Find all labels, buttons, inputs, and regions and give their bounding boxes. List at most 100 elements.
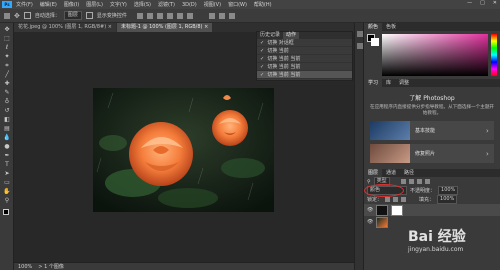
3d-roll-icon[interactable] (218, 12, 225, 19)
clone-stamp-icon[interactable]: ♁ (3, 98, 11, 105)
tab-learn[interactable]: 学习 (364, 79, 383, 87)
tab-swatches[interactable]: 色板 (382, 23, 400, 31)
bg-color-swatch[interactable] (371, 38, 379, 46)
home-icon[interactable] (4, 12, 10, 19)
eraser-tool-icon[interactable]: ◧ (3, 116, 11, 123)
close-button[interactable]: ✕ (493, 0, 497, 6)
status-bar: 100% > 1 个图像 (14, 262, 354, 270)
filter-pixel-icon[interactable] (400, 179, 406, 184)
lock-pixels-icon[interactable] (385, 197, 391, 202)
zoom-tool-icon[interactable]: ⚲ (3, 197, 11, 204)
watermark-text: Bai 经验 (408, 229, 466, 245)
hand-tool-icon[interactable]: ✋ (3, 188, 11, 195)
history-row-selected[interactable]: ✓ 切换 当前 当前 (257, 71, 352, 79)
align-left-icon[interactable] (136, 12, 143, 19)
tab-actions[interactable]: 动作 (283, 32, 300, 39)
tab-channels[interactable]: 通道 (382, 169, 400, 177)
history-row-label: 切换 当前 (267, 48, 289, 54)
type-tool-icon[interactable]: T (3, 161, 11, 168)
menu-layer[interactable]: 图层(L) (86, 1, 103, 8)
history-row[interactable]: ✓ 切换 当前 当前 (257, 55, 352, 63)
tab-history[interactable]: 历史记录 (257, 32, 283, 39)
tab-libraries[interactable]: 库 (382, 79, 395, 87)
filter-type-icon[interactable] (416, 179, 422, 184)
lock-position-icon[interactable] (393, 197, 399, 202)
menu-filter[interactable]: 滤镜(T) (158, 1, 175, 8)
menu-window[interactable]: 窗口(W) (228, 1, 247, 8)
tab-document-2[interactable]: 未标题-1 @ 100% (图层 1, RGB/8) × (116, 23, 213, 32)
layer-row-1[interactable]: 👁 (364, 204, 500, 216)
3d-pan-icon[interactable] (228, 12, 235, 19)
color-panel (364, 31, 500, 79)
checkbox-icon[interactable]: ✓ (260, 48, 264, 54)
tab-adjustments[interactable]: 调整 (395, 79, 413, 87)
auto-select-dropdown[interactable]: 图层 (63, 11, 82, 20)
checkbox-icon[interactable]: ✓ (260, 40, 264, 46)
history-row-label: 切换 当前 当前 (267, 64, 301, 70)
show-transform-checkbox[interactable] (85, 12, 93, 19)
checkbox-icon[interactable]: ✓ (260, 56, 264, 62)
crop-tool-icon[interactable]: ⌗ (3, 62, 11, 69)
properties-panel-icon[interactable] (357, 43, 363, 49)
foreground-color-swatch[interactable] (3, 209, 9, 215)
dodge-tool-icon[interactable]: ● (3, 143, 11, 150)
tab-layers[interactable]: 图层 (364, 169, 383, 177)
history-panel-header: 历史记录 动作 (257, 32, 352, 39)
tutorial-card-basics[interactable]: 基本技能 › (370, 121, 494, 140)
align-bottom-icon[interactable] (186, 12, 193, 19)
shape-tool-icon[interactable]: ▭ (3, 179, 11, 186)
tutorial-card-fix-photo[interactable]: 修复照片 › (370, 144, 494, 163)
tab-document-1[interactable]: 花花.jpeg @ 100% (图层 1, RGB/8#) × (14, 23, 116, 32)
brush-tool-icon[interactable]: ✎ (3, 89, 11, 96)
gradient-tool-icon[interactable]: ▤ (3, 125, 11, 132)
menu-select[interactable]: 选择(S) (134, 1, 151, 8)
tab-color[interactable]: 颜色 (364, 23, 383, 31)
lasso-tool-icon[interactable]: ℓ (3, 44, 11, 51)
filter-shape-icon[interactable] (424, 179, 430, 184)
align-middle-icon[interactable] (176, 12, 183, 19)
blur-tool-icon[interactable]: 💧 (3, 134, 11, 141)
zoom-level[interactable]: 100% (18, 264, 32, 270)
eye-icon[interactable]: 👁 (367, 207, 373, 213)
filter-adjustment-icon[interactable] (408, 179, 414, 184)
history-brush-icon[interactable]: ↺ (3, 107, 11, 114)
history-row[interactable]: ✓ 切换 当前 当前 (257, 63, 352, 71)
magic-wand-icon[interactable]: ✦ (3, 53, 11, 60)
history-row[interactable]: ✓ 切换 当前 (257, 47, 352, 55)
align-right-icon[interactable] (156, 12, 163, 19)
pen-tool-icon[interactable]: ✒ (3, 152, 11, 159)
blend-row: 颜色 不透明度： 100% (364, 184, 500, 197)
checkbox-icon[interactable]: ✓ (260, 72, 264, 78)
menu-3d[interactable]: 3D(D) (182, 2, 197, 8)
eyedropper-icon[interactable]: ╱ (3, 71, 11, 78)
auto-select-checkbox[interactable] (23, 12, 31, 19)
marquee-tool-icon[interactable]: ⬚ (3, 35, 11, 42)
fill-input[interactable]: 100% (437, 195, 458, 204)
maximize-button[interactable]: □ (480, 0, 485, 6)
color-picker-field[interactable] (382, 34, 488, 76)
menu-image[interactable]: 图像(I) (64, 1, 79, 8)
history-row[interactable]: ✓ 切换 对话框 (257, 39, 352, 47)
lock-all-icon[interactable] (401, 197, 407, 202)
healing-brush-icon[interactable]: ✚ (3, 80, 11, 87)
align-center-icon[interactable] (146, 12, 153, 19)
menu-type[interactable]: 文字(Y) (110, 1, 127, 8)
tab-paths[interactable]: 路径 (400, 169, 418, 177)
menu-help[interactable]: 帮助(H) (254, 1, 272, 8)
rose-photo[interactable] (93, 88, 274, 212)
minimize-button[interactable]: — (467, 0, 472, 6)
document-info[interactable]: > 1 个图像 (38, 263, 64, 270)
3d-orbit-icon[interactable] (208, 12, 215, 19)
move-tool-icon[interactable]: ✥ (14, 12, 20, 20)
menu-view[interactable]: 视图(V) (204, 1, 221, 8)
history-panel-icon[interactable] (357, 31, 363, 37)
move-tool-icon[interactable]: ✥ (3, 26, 11, 33)
menu-edit[interactable]: 编辑(E) (40, 1, 57, 8)
path-select-icon[interactable]: ➤ (3, 170, 11, 177)
menu-file[interactable]: 文件(F) (16, 1, 33, 8)
align-top-icon[interactable] (166, 12, 173, 19)
opacity-input[interactable]: 100% (438, 186, 459, 195)
eye-icon[interactable]: 👁 (367, 219, 373, 225)
hue-slider[interactable] (491, 34, 497, 76)
checkbox-icon[interactable]: ✓ (260, 64, 264, 70)
